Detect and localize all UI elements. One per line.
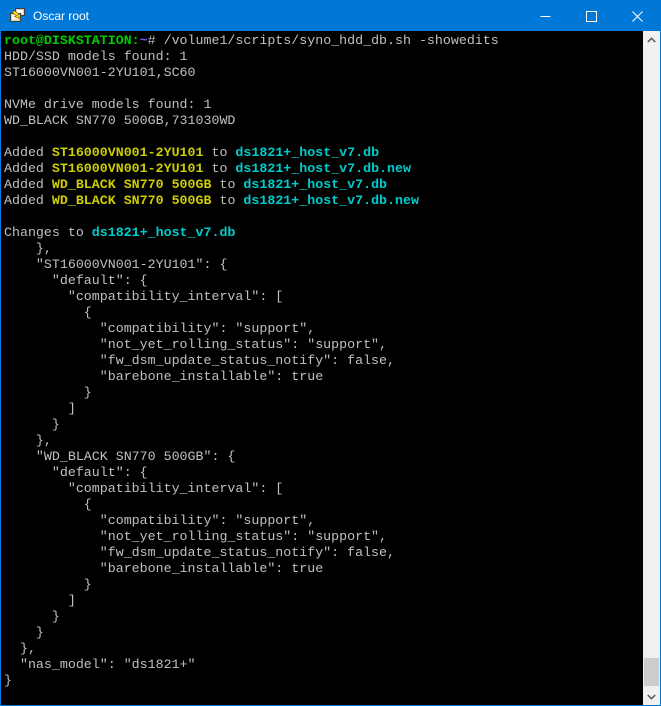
terminal-line: "nas_model": "ds1821+" xyxy=(4,657,643,673)
terminal-line: } xyxy=(4,577,643,593)
terminal-line xyxy=(4,129,643,145)
terminal-line: Added ST16000VN001-2YU101 to ds1821+_hos… xyxy=(4,145,643,161)
scrollbar[interactable] xyxy=(643,31,660,705)
putty-window: Oscar root root@DISKSTATION:~# /volume1/… xyxy=(0,0,661,706)
terminal-line: "fw_dsm_update_status_notify": false, xyxy=(4,353,643,369)
titlebar[interactable]: Oscar root xyxy=(1,1,660,31)
terminal-line: WD_BLACK SN770 500GB,731030WD xyxy=(4,113,643,129)
maximize-icon xyxy=(586,11,597,22)
terminal-line: "compatibility": "support", xyxy=(4,321,643,337)
terminal-line: }, xyxy=(4,641,643,657)
terminal-line: ] xyxy=(4,593,643,609)
terminal-line: "compatibility_interval": [ xyxy=(4,481,643,497)
terminal-line: "ST16000VN001-2YU101": { xyxy=(4,257,643,273)
terminal-line: root@DISKSTATION:~# /volume1/scripts/syn… xyxy=(4,33,643,49)
terminal-line: "not_yet_rolling_status": "support", xyxy=(4,529,643,545)
close-icon xyxy=(632,11,643,22)
terminal-line: "compatibility_interval": [ xyxy=(4,289,643,305)
terminal[interactable]: root@DISKSTATION:~# /volume1/scripts/syn… xyxy=(1,31,643,705)
scroll-up-button[interactable] xyxy=(643,31,660,48)
terminal-line: "default": { xyxy=(4,465,643,481)
terminal-line: { xyxy=(4,497,643,513)
terminal-line xyxy=(4,81,643,97)
terminal-line: "WD_BLACK SN770 500GB": { xyxy=(4,449,643,465)
terminal-line: Added ST16000VN001-2YU101 to ds1821+_hos… xyxy=(4,161,643,177)
scrollbar-thumb[interactable] xyxy=(644,658,659,686)
close-button[interactable] xyxy=(614,1,660,31)
terminal-line: HDD/SSD models found: 1 xyxy=(4,49,643,65)
minimize-button[interactable] xyxy=(522,1,568,31)
terminal-line: Added WD_BLACK SN770 500GB to ds1821+_ho… xyxy=(4,177,643,193)
chevron-down-icon xyxy=(647,694,656,700)
terminal-line: "barebone_installable": true xyxy=(4,369,643,385)
terminal-line: ] xyxy=(4,401,643,417)
minimize-icon xyxy=(540,11,551,22)
terminal-line: Changes to ds1821+_host_v7.db xyxy=(4,225,643,241)
terminal-line xyxy=(4,209,643,225)
terminal-line: } xyxy=(4,673,643,689)
terminal-line: }, xyxy=(4,241,643,257)
terminal-line: Added WD_BLACK SN770 500GB to ds1821+_ho… xyxy=(4,193,643,209)
terminal-line: "barebone_installable": true xyxy=(4,561,643,577)
terminal-line: "fw_dsm_update_status_notify": false, xyxy=(4,545,643,561)
terminal-line: }, xyxy=(4,433,643,449)
maximize-button[interactable] xyxy=(568,1,614,31)
terminal-line: } xyxy=(4,385,643,401)
terminal-line: ST16000VN001-2YU101,SC60 xyxy=(4,65,643,81)
terminal-line: NVMe drive models found: 1 xyxy=(4,97,643,113)
terminal-line: } xyxy=(4,625,643,641)
terminal-line: } xyxy=(4,609,643,625)
terminal-line: "compatibility": "support", xyxy=(4,513,643,529)
terminal-line: "not_yet_rolling_status": "support", xyxy=(4,337,643,353)
scroll-down-button[interactable] xyxy=(643,688,660,705)
terminal-line: { xyxy=(4,305,643,321)
terminal-line: } xyxy=(4,417,643,433)
putty-icon xyxy=(9,8,25,24)
chevron-up-icon xyxy=(647,37,656,43)
terminal-line: "default": { xyxy=(4,273,643,289)
window-title: Oscar root xyxy=(33,9,522,23)
